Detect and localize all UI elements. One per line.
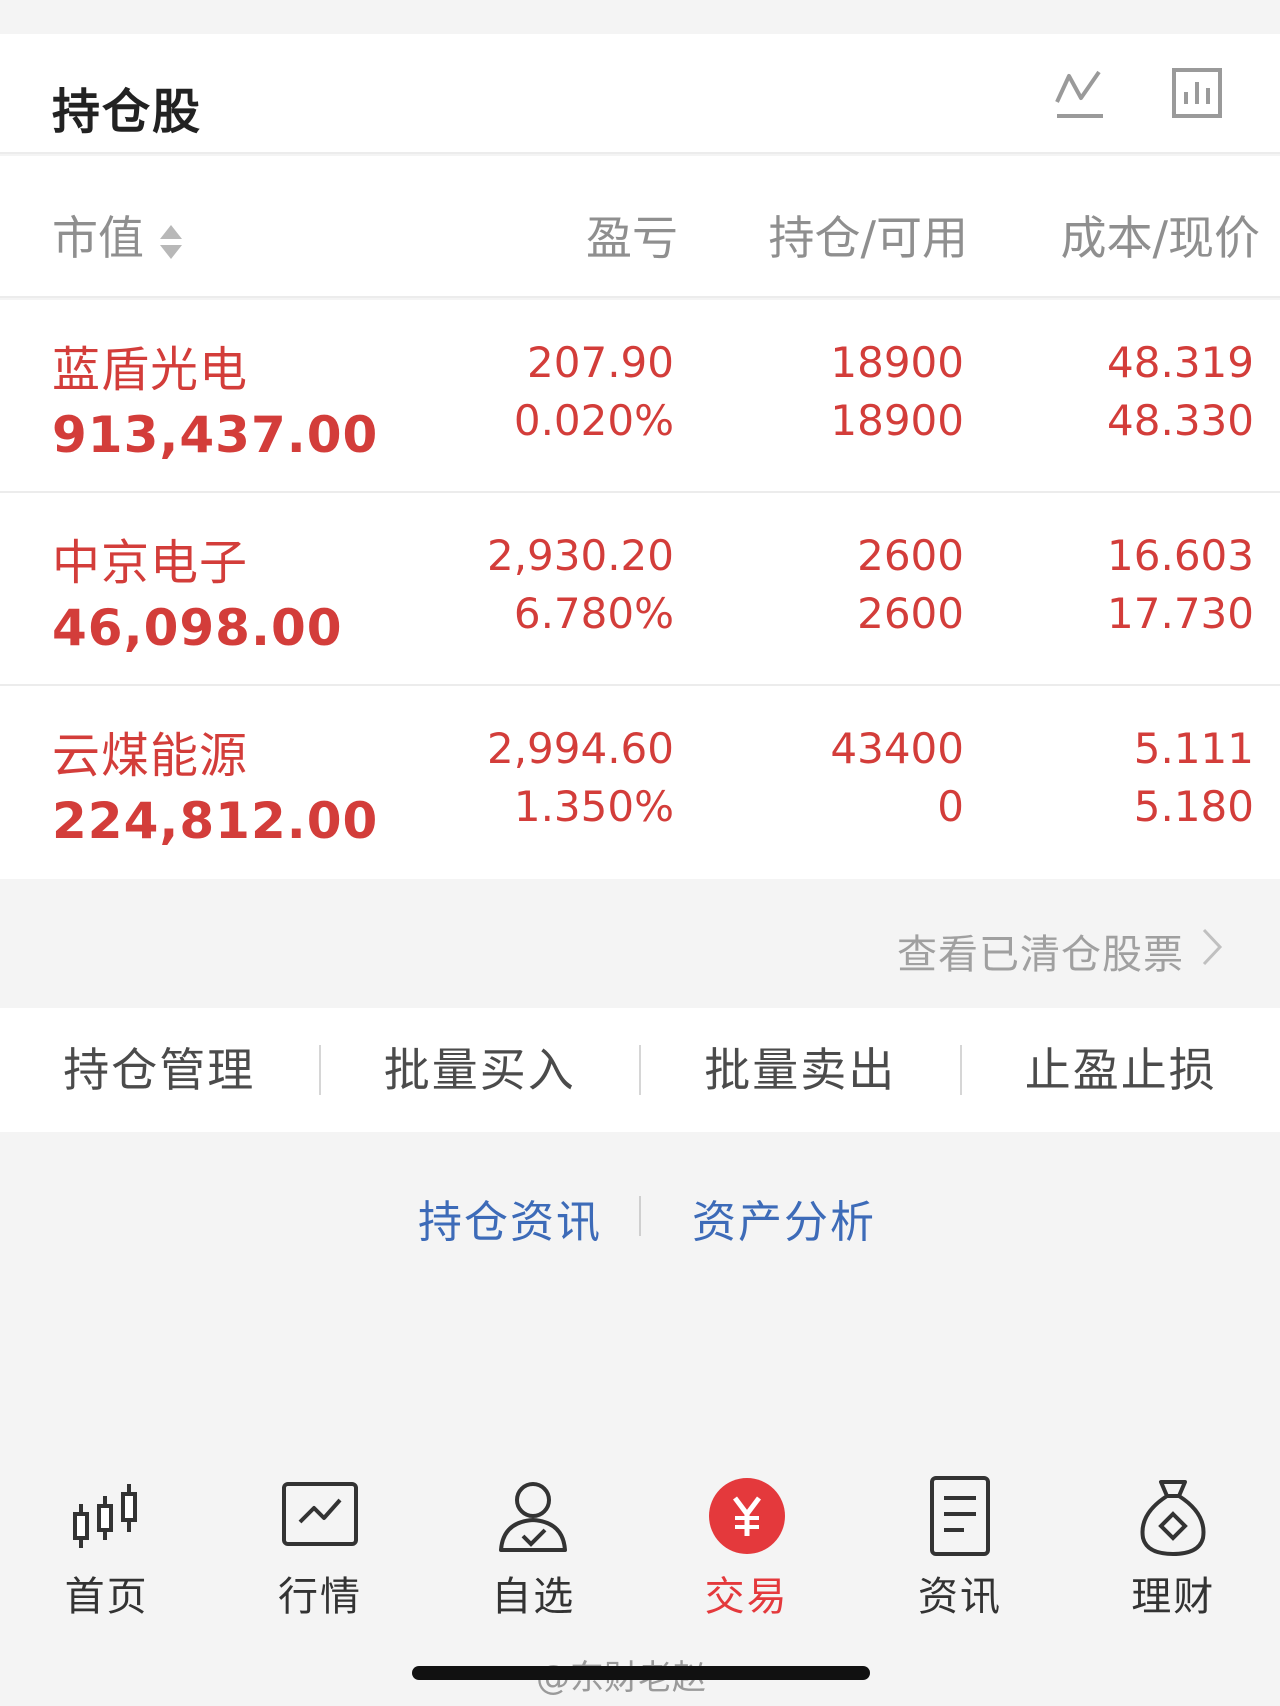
cost-price: 48.319 bbox=[1107, 338, 1254, 387]
tab-market[interactable]: 行情 bbox=[213, 1440, 426, 1640]
cost-price: 5.111 bbox=[1133, 724, 1254, 773]
stop-profit-loss-button[interactable]: 止盈止损 bbox=[962, 1045, 1280, 1095]
stock-name: 蓝盾光电 bbox=[52, 342, 249, 398]
stock-name: 中京电子 bbox=[52, 535, 249, 591]
current-price: 17.730 bbox=[1107, 589, 1254, 638]
position-qty: 2600 bbox=[857, 531, 964, 580]
available-qty: 2600 bbox=[857, 589, 964, 638]
market-value: 913,437.00 bbox=[52, 406, 379, 464]
pl-percent: 6.780% bbox=[513, 589, 674, 638]
yuan-icon bbox=[708, 1478, 785, 1554]
tab-wealth[interactable]: 理财 bbox=[1067, 1440, 1280, 1640]
market-value: 224,812.00 bbox=[52, 792, 379, 850]
pl-amount: 207.90 bbox=[527, 338, 674, 387]
tab-label: 行情 bbox=[277, 1574, 362, 1620]
pl-percent: 1.350% bbox=[513, 782, 674, 831]
cleared-stocks-area: 查看已清仓股票 bbox=[0, 884, 1280, 1008]
column-profit-loss: 盈亏 bbox=[586, 211, 678, 265]
column-position: 持仓/可用 bbox=[768, 211, 969, 265]
tab-label: 交易 bbox=[704, 1574, 789, 1620]
position-qty: 18900 bbox=[830, 338, 964, 387]
page-header: 持仓股 bbox=[0, 34, 1280, 154]
position-news-link[interactable]: 持仓资讯 bbox=[418, 1186, 602, 1250]
sort-icon bbox=[160, 224, 182, 259]
user-check-icon bbox=[499, 1482, 568, 1552]
position-qty: 43400 bbox=[830, 724, 964, 773]
tab-label: 资讯 bbox=[917, 1574, 1002, 1620]
available-qty: 18900 bbox=[830, 396, 964, 445]
current-price: 48.330 bbox=[1107, 396, 1254, 445]
bar-chart-icon[interactable] bbox=[1168, 64, 1228, 124]
home-indicator[interactable] bbox=[412, 1666, 870, 1680]
chevron-right-icon bbox=[1202, 928, 1223, 966]
column-cost-price: 成本/现价 bbox=[1060, 211, 1261, 265]
pl-amount: 2,930.20 bbox=[486, 531, 674, 580]
line-chart-icon[interactable] bbox=[1051, 64, 1111, 124]
sort-market-value[interactable]: 市值 bbox=[52, 202, 184, 268]
cost-price: 16.603 bbox=[1107, 531, 1254, 580]
bottom-tab-bar: 首页 行情 自选 交易 资讯 理财 bbox=[0, 1440, 1280, 1640]
tab-label: 理财 bbox=[1131, 1574, 1216, 1620]
pl-amount: 2,994.60 bbox=[486, 724, 674, 773]
page-title: 持仓股 bbox=[52, 84, 203, 140]
column-header-row: 市值 盈亏 持仓/可用 成本/现价 bbox=[0, 156, 1280, 298]
tab-trade[interactable]: 交易 bbox=[640, 1440, 853, 1640]
view-cleared-stocks-link[interactable]: 查看已清仓股票 bbox=[897, 922, 1184, 980]
tab-news[interactable]: 资讯 bbox=[853, 1440, 1066, 1640]
current-price: 5.180 bbox=[1133, 782, 1254, 831]
info-links: 持仓资讯 资产分析 bbox=[0, 1132, 1280, 1292]
column-market-value: 市值 bbox=[52, 211, 144, 265]
holding-row[interactable]: 中京电子 46,098.00 2,930.20 6.780% 2600 2600… bbox=[0, 493, 1280, 686]
tab-watchlist[interactable]: 自选 bbox=[427, 1440, 640, 1640]
tab-label: 首页 bbox=[64, 1574, 149, 1620]
market-value: 46,098.00 bbox=[52, 599, 343, 657]
money-bag-icon bbox=[1140, 1480, 1206, 1556]
holdings-list: 蓝盾光电 913,437.00 207.90 0.020% 18900 1890… bbox=[0, 300, 1280, 879]
holding-row[interactable]: 蓝盾光电 913,437.00 207.90 0.020% 18900 1890… bbox=[0, 300, 1280, 493]
market-chart-icon bbox=[281, 1482, 358, 1546]
action-bar: 持仓管理 批量买入 批量卖出 止盈止损 bbox=[0, 1008, 1280, 1132]
tab-label: 自选 bbox=[491, 1574, 576, 1620]
candlestick-icon bbox=[72, 1484, 137, 1548]
holding-row[interactable]: 云煤能源 224,812.00 2,994.60 1.350% 43400 0 … bbox=[0, 686, 1280, 879]
asset-analysis-link[interactable]: 资产分析 bbox=[692, 1186, 876, 1250]
batch-buy-button[interactable]: 批量买入 bbox=[321, 1045, 641, 1095]
tab-home[interactable]: 首页 bbox=[0, 1440, 213, 1640]
stock-name: 云煤能源 bbox=[52, 728, 249, 784]
pl-percent: 0.020% bbox=[513, 396, 674, 445]
link-divider bbox=[639, 1196, 641, 1236]
available-qty: 0 bbox=[937, 782, 964, 831]
document-icon bbox=[929, 1476, 990, 1556]
position-management-button[interactable]: 持仓管理 bbox=[0, 1045, 321, 1095]
batch-sell-button[interactable]: 批量卖出 bbox=[641, 1045, 962, 1095]
